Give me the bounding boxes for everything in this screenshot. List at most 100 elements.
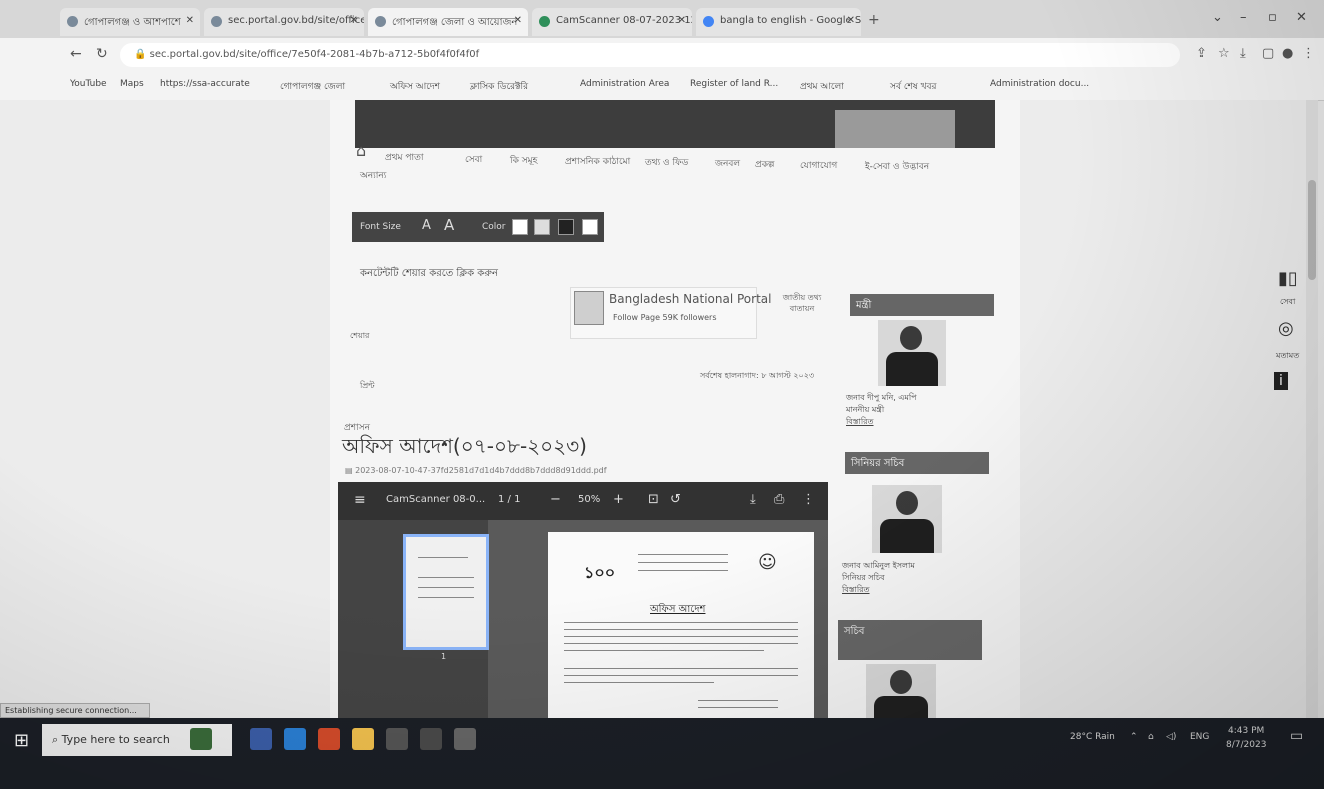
clock-date[interactable]: 8/7/2023 (1226, 740, 1266, 750)
rotate-icon[interactable]: ↺ (670, 492, 681, 507)
taskbar-app-icon[interactable] (386, 728, 408, 750)
fit-page-icon[interactable]: ⊡ (648, 492, 659, 507)
font-increase-button[interactable]: A (444, 216, 454, 234)
bookmark-item[interactable]: প্রথম আলো (800, 79, 844, 94)
bookmark-item[interactable]: ক্লাসিক ডিরেক্টরি (470, 79, 528, 94)
sidepanel-icon[interactable]: ▢ (1262, 46, 1274, 61)
service-chart-icon[interactable]: ▮▯ (1278, 268, 1298, 289)
zoom-out-icon[interactable]: − (550, 492, 561, 507)
new-tab-button[interactable]: + (868, 12, 880, 28)
pdf-viewer[interactable]: ≡ CamScanner 08-0... 1 / 1 − 50% + ⊡ ↺ ⤓… (338, 482, 828, 718)
print-icon[interactable]: ⎙ (774, 492, 784, 507)
color-swatch-white-2[interactable] (582, 219, 598, 235)
font-decrease-button[interactable]: A (422, 218, 431, 233)
nav-item[interactable]: তথ্য ও ফিড (645, 155, 688, 170)
follow-page-button[interactable]: Follow Page 59K followers (613, 313, 717, 322)
secretary-details-link[interactable]: বিস্তারিত (842, 584, 915, 596)
color-swatch-black[interactable] (558, 219, 574, 235)
print-button[interactable]: প্রিন্ট (360, 380, 375, 393)
thumbnail-number: 1 (441, 652, 447, 661)
url-field[interactable]: 🔒 sec.portal.gov.bd/site/office/7e50f4-2… (120, 43, 1180, 67)
nav-item[interactable]: প্রশাসনিক কাঠামো (565, 154, 630, 169)
bookmark-item[interactable]: Administration Area (580, 79, 669, 89)
nav-item[interactable]: প্রকল্প (755, 157, 774, 172)
tab-1[interactable]: গোপালগঞ্জ ও আশপাশে ✕ (60, 8, 200, 36)
page-thumbnail[interactable] (403, 534, 489, 650)
close-tab-icon[interactable]: ✕ (514, 15, 522, 26)
nav-item[interactable]: ই-সেবা ও উদ্ভাবন (865, 159, 929, 174)
taskbar-app-icon[interactable] (420, 728, 442, 750)
tab-strip: গোপালগঞ্জ ও আশপাশে ✕ sec.portal.gov.bd/si… (0, 0, 1324, 38)
close-tab-icon[interactable]: ✕ (186, 15, 194, 26)
tab-3-active[interactable]: গোপালগঞ্জ জেলা ও আয়োজন ✕ (368, 8, 528, 36)
volume-icon[interactable]: ◁) (1166, 732, 1176, 742)
nav-item[interactable]: অন্যান্য (360, 168, 386, 183)
bookmark-item[interactable]: গোপালগঞ্জ জেলা (280, 79, 345, 94)
feedback-icon[interactable]: ◎ (1278, 318, 1294, 339)
nav-item[interactable]: কি সমূহ (510, 153, 537, 168)
bookmark-item[interactable]: সর্ব শেষ খবর (890, 79, 937, 94)
star-icon[interactable]: ☆ (1218, 46, 1230, 61)
hamburger-icon[interactable]: ≡ (354, 492, 366, 508)
close-tab-icon[interactable]: ✕ (678, 15, 686, 26)
download-icon[interactable]: ⤓ (1240, 46, 1246, 61)
bookmark-item[interactable]: Administration docu... (990, 79, 1089, 89)
edge-icon[interactable] (284, 728, 306, 750)
bookmark-item[interactable]: Maps (120, 79, 144, 89)
color-swatch-white[interactable] (512, 219, 528, 235)
windows-start-icon[interactable]: ⊞ (14, 730, 29, 751)
notification-icon[interactable]: ▭ (1290, 728, 1303, 744)
minister-details-link[interactable]: বিস্তারিত (846, 416, 917, 428)
site-banner (355, 100, 995, 148)
color-swatch-grey[interactable] (534, 219, 550, 235)
chrome-icon[interactable] (318, 728, 340, 750)
menu-icon[interactable]: ⋮ (1302, 46, 1315, 61)
clock-time[interactable]: 4:43 PM (1228, 726, 1264, 736)
bookmark-item[interactable]: Register of land R... (690, 79, 778, 89)
share-icon[interactable]: ⇪ (1196, 46, 1207, 61)
tab-5[interactable]: bangla to english - Google Sea ✕ (696, 8, 861, 36)
zoom-in-icon[interactable]: + (613, 492, 624, 507)
taskbar-app-icon[interactable] (190, 728, 212, 750)
minister-info: জনাব দীপু মনি, এমপি মাননীয় মন্ত্রী বিস্… (846, 392, 917, 428)
nav-item[interactable]: জনবল (715, 156, 740, 171)
share-button[interactable]: শেয়ার (350, 330, 369, 343)
national-portal-card[interactable]: Bangladesh National Portal Follow Page 5… (570, 287, 771, 339)
tab-2[interactable]: sec.portal.gov.bd/site/office ✕ (204, 8, 364, 36)
close-tab-icon[interactable]: ✕ (847, 15, 855, 26)
tab-search-icon[interactable]: ⌄ (1212, 10, 1223, 25)
nav-item[interactable]: সেবা (465, 152, 482, 167)
address-bar-row: ← ↻ 🔒 sec.portal.gov.bd/site/office/7e50… (0, 38, 1324, 72)
back-icon[interactable]: ← (70, 46, 82, 62)
service-label: সেবা (1280, 297, 1296, 306)
close-window-button[interactable]: ✕ (1296, 10, 1307, 25)
weather-widget[interactable]: 28°C Rain (1070, 732, 1115, 742)
download-pdf-icon[interactable]: ⤓ (750, 492, 756, 507)
tab-4[interactable]: CamScanner 08-07-2023 12.42✕ (532, 8, 692, 36)
nav-item[interactable]: যোগাযোগ (800, 158, 837, 173)
pdf-page: ১০০ ☺ অফিস আদেশ (548, 532, 814, 718)
bookmark-item[interactable]: https://ssa-accurate (160, 79, 250, 89)
page-indicator: 1 / 1 (498, 494, 521, 505)
bookmark-item[interactable]: YouTube (70, 79, 107, 89)
close-tab-icon[interactable]: ✕ (350, 15, 358, 26)
file-explorer-icon[interactable] (352, 728, 374, 750)
network-icon[interactable]: ⌂ (1148, 732, 1154, 742)
maximize-button[interactable]: ▫ (1268, 10, 1277, 25)
taskbar-app-icon[interactable] (454, 728, 476, 750)
minimize-button[interactable]: – (1240, 10, 1247, 25)
scrollbar-thumb[interactable] (1308, 180, 1316, 280)
nav-item[interactable]: প্রথম পাতা (385, 150, 424, 165)
pdf-toolbar: ≡ CamScanner 08-0... 1 / 1 − 50% + ⊡ ↺ ⤓… (338, 482, 828, 520)
reload-icon[interactable]: ↻ (96, 46, 108, 62)
attachment-link[interactable]: ▤ 2023-08-07-10-47-37fd2581d7d1d4b7ddd8b… (345, 466, 607, 475)
more-options-icon[interactable]: ⋮ (802, 492, 815, 507)
bookmark-item[interactable]: অফিস আদেশ (390, 79, 440, 94)
language-indicator[interactable]: ENG (1190, 732, 1209, 742)
search-icon: ⌕ (52, 733, 62, 746)
info-icon[interactable]: i (1274, 372, 1288, 390)
profile-icon[interactable]: ● (1282, 46, 1293, 61)
favicon-icon (67, 16, 78, 27)
task-view-icon[interactable] (250, 728, 272, 750)
tray-chevron-icon[interactable]: ⌃ (1130, 732, 1138, 742)
